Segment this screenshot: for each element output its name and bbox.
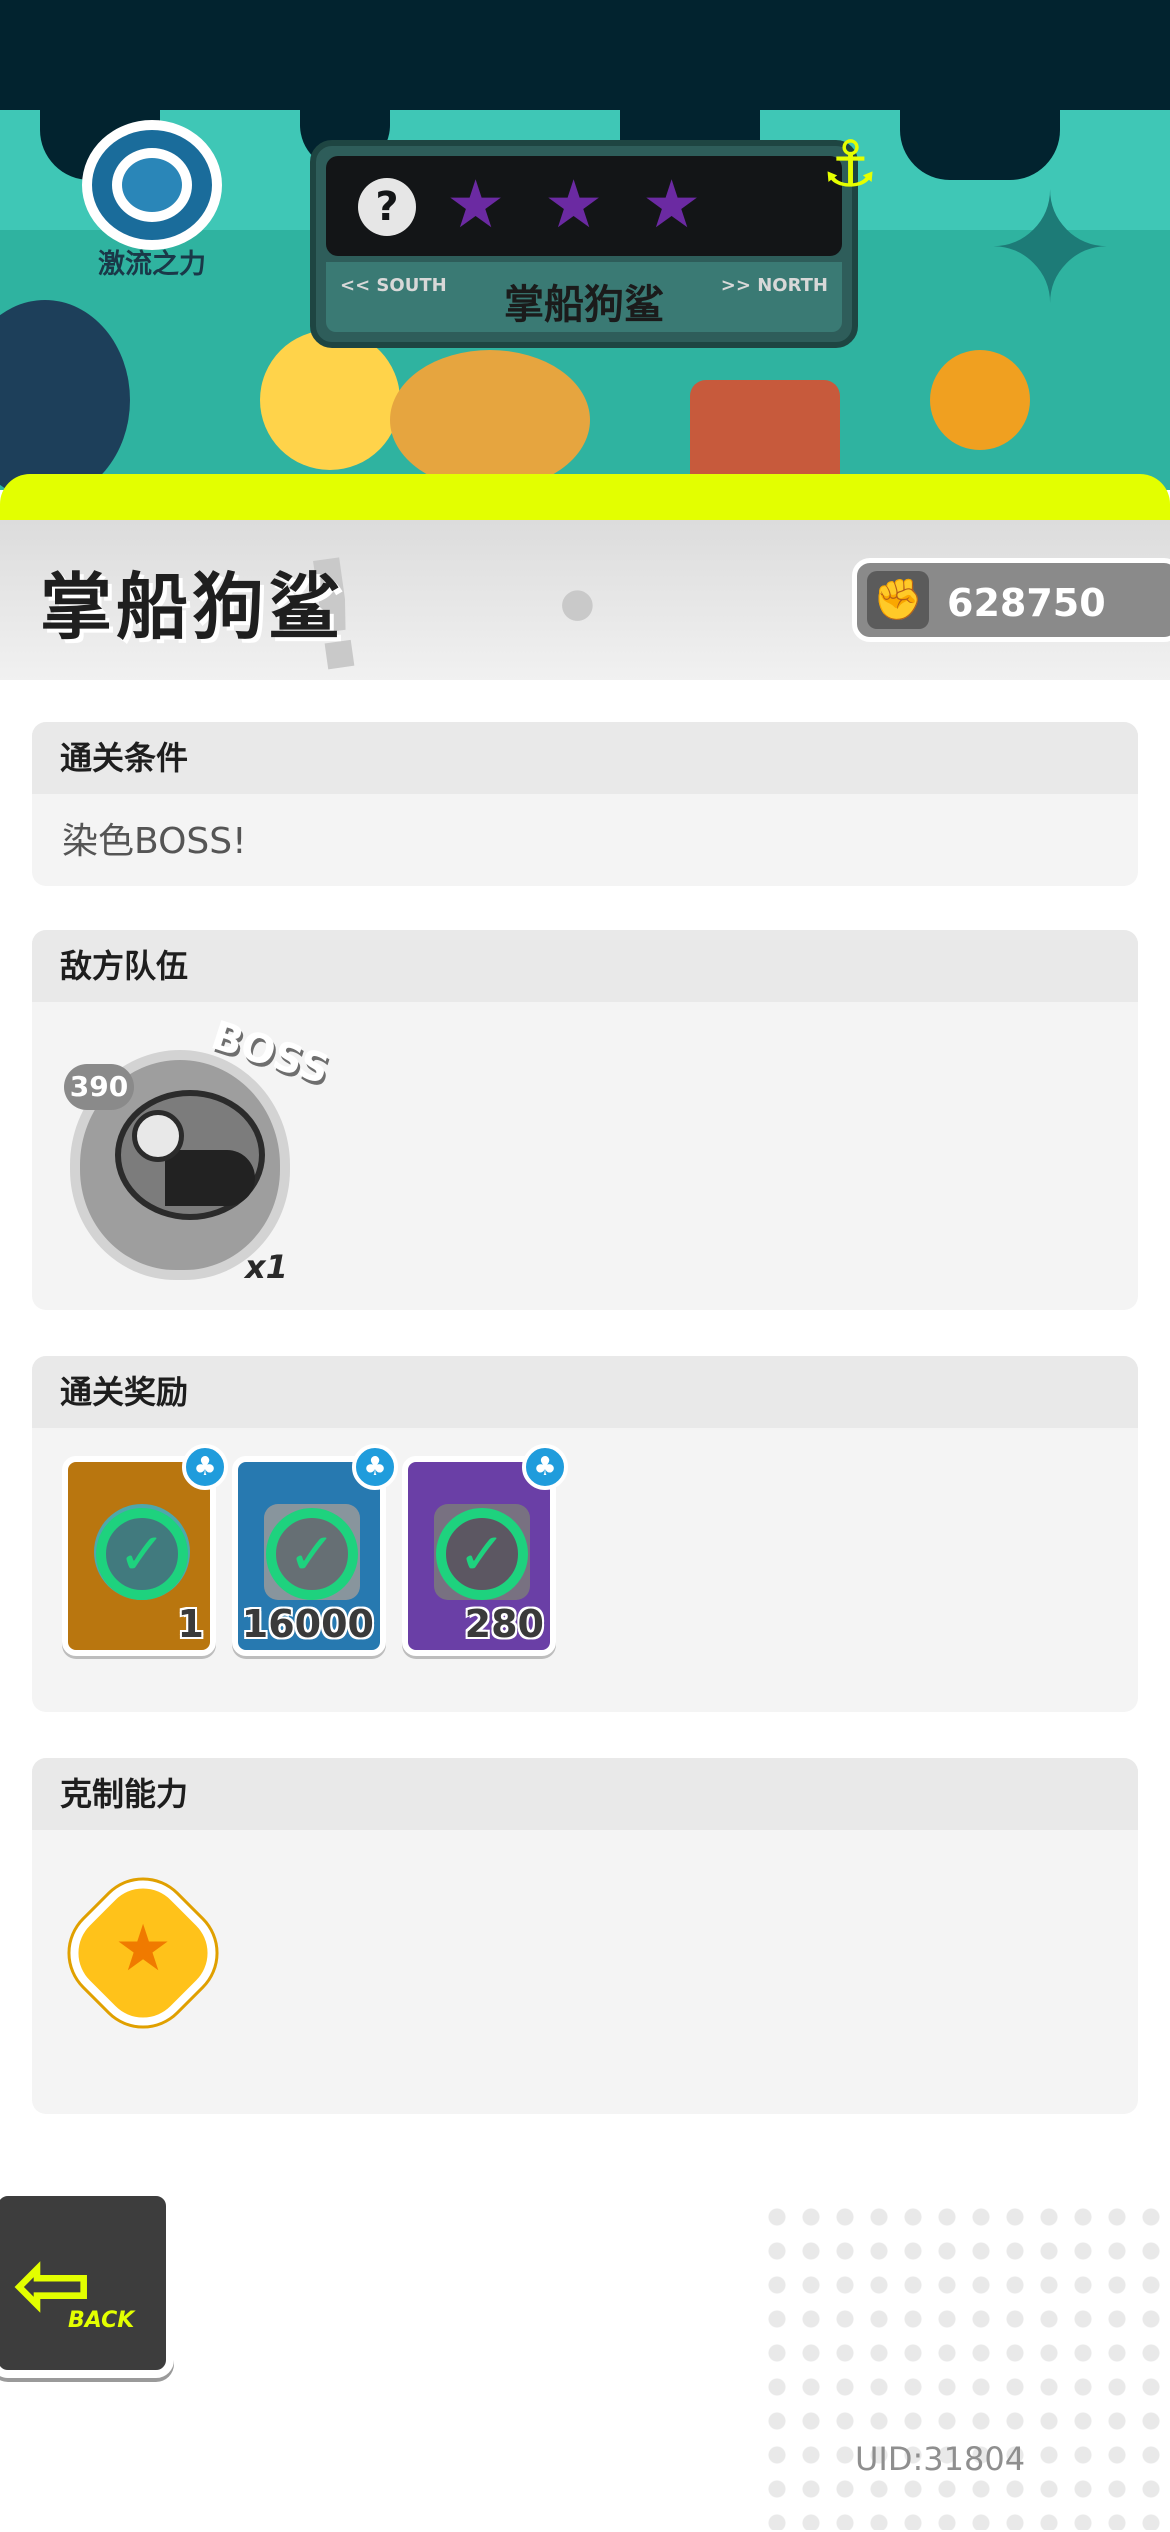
star-icon: ★	[642, 166, 702, 243]
level-banner: 激流之力 ? ★ ★ ★ << SOUTH 掌船狗鲨 >> NORTH ⚓ ✦	[0, 0, 1170, 490]
shark-eye	[132, 1110, 184, 1162]
clear-condition-text: 染色BOSS!	[62, 821, 247, 862]
counter-ability-panel: 克制能力 ★	[32, 1758, 1138, 2114]
rewards-panel: 通关奖励 ✓ 1 ♣ ✓ 16000 ♣ ✓ 280 ♣	[32, 1356, 1138, 1712]
clear-condition-header: 通关条件	[32, 722, 1138, 794]
reward-item[interactable]: ✓ 16000 ♣	[232, 1444, 398, 1656]
help-icon[interactable]: ?	[358, 178, 416, 236]
sun-decoration	[260, 330, 400, 470]
reward-quantity: 16000	[241, 1602, 374, 1646]
star-icon: ★	[446, 166, 506, 243]
nav-north-label[interactable]: >> NORTH	[721, 276, 828, 296]
counter-ability-header: 克制能力	[32, 1758, 1138, 1830]
island-icon: ♣	[522, 1444, 568, 1490]
character-decoration	[390, 350, 590, 490]
island-icon: ♣	[352, 1444, 398, 1490]
reward-quantity: 280	[464, 1602, 544, 1646]
counter-ability-item[interactable]: ★	[51, 1861, 235, 2045]
level-card-bottom: << SOUTH 掌船狗鲨 >> NORTH	[326, 262, 842, 332]
level-card-top: ? ★ ★ ★	[326, 156, 842, 256]
level-title: 掌船狗鲨	[40, 565, 345, 649]
level-card: ? ★ ★ ★ << SOUTH 掌船狗鲨 >> NORTH	[310, 140, 858, 348]
enemy-team-header: 敌方队伍	[32, 930, 1138, 1002]
reward-quantity: 1	[177, 1602, 204, 1646]
enemy-team-panel: 敌方队伍 390 BOSS x1	[32, 930, 1138, 1310]
reward-item[interactable]: ✓ 280 ♣	[402, 1444, 568, 1656]
island-icon: ♣	[182, 1444, 228, 1490]
claimed-check-icon: ✓	[436, 1508, 528, 1600]
claimed-check-icon: ✓	[96, 1508, 188, 1600]
power-badge: ✊ 628750	[852, 558, 1170, 642]
halftone-decoration	[760, 2200, 1170, 2530]
user-id: UID:31804	[855, 2440, 1026, 2478]
power-value: 628750	[947, 581, 1106, 625]
rewards-header: 通关奖励	[32, 1356, 1138, 1428]
star-icon: ★	[544, 166, 604, 243]
clear-condition-panel: 通关条件 染色BOSS!	[32, 722, 1138, 886]
enemy-count: x1	[245, 1248, 288, 1286]
ability-symbol: ★	[114, 1912, 172, 1986]
compass-icon: ✦	[987, 163, 1113, 337]
reward-item[interactable]: ✓ 1 ♣	[62, 1444, 228, 1656]
enemy-boss-card[interactable]: 390 BOSS x1	[60, 1013, 334, 1290]
enemy-level: 390	[64, 1064, 134, 1110]
fist-icon: ✊	[867, 571, 929, 629]
swirl-inner	[112, 148, 192, 222]
anchor-icon: ⚓	[821, 128, 879, 202]
region-label: 激流之力	[98, 249, 206, 280]
back-button[interactable]: ⇦ BACK	[0, 2188, 174, 2378]
fruit-decoration	[930, 350, 1030, 450]
shark-mouth	[165, 1150, 255, 1206]
claimed-check-icon: ✓	[266, 1508, 358, 1600]
back-label: BACK	[68, 2308, 135, 2333]
region-emblem[interactable]: 激流之力	[72, 120, 232, 280]
